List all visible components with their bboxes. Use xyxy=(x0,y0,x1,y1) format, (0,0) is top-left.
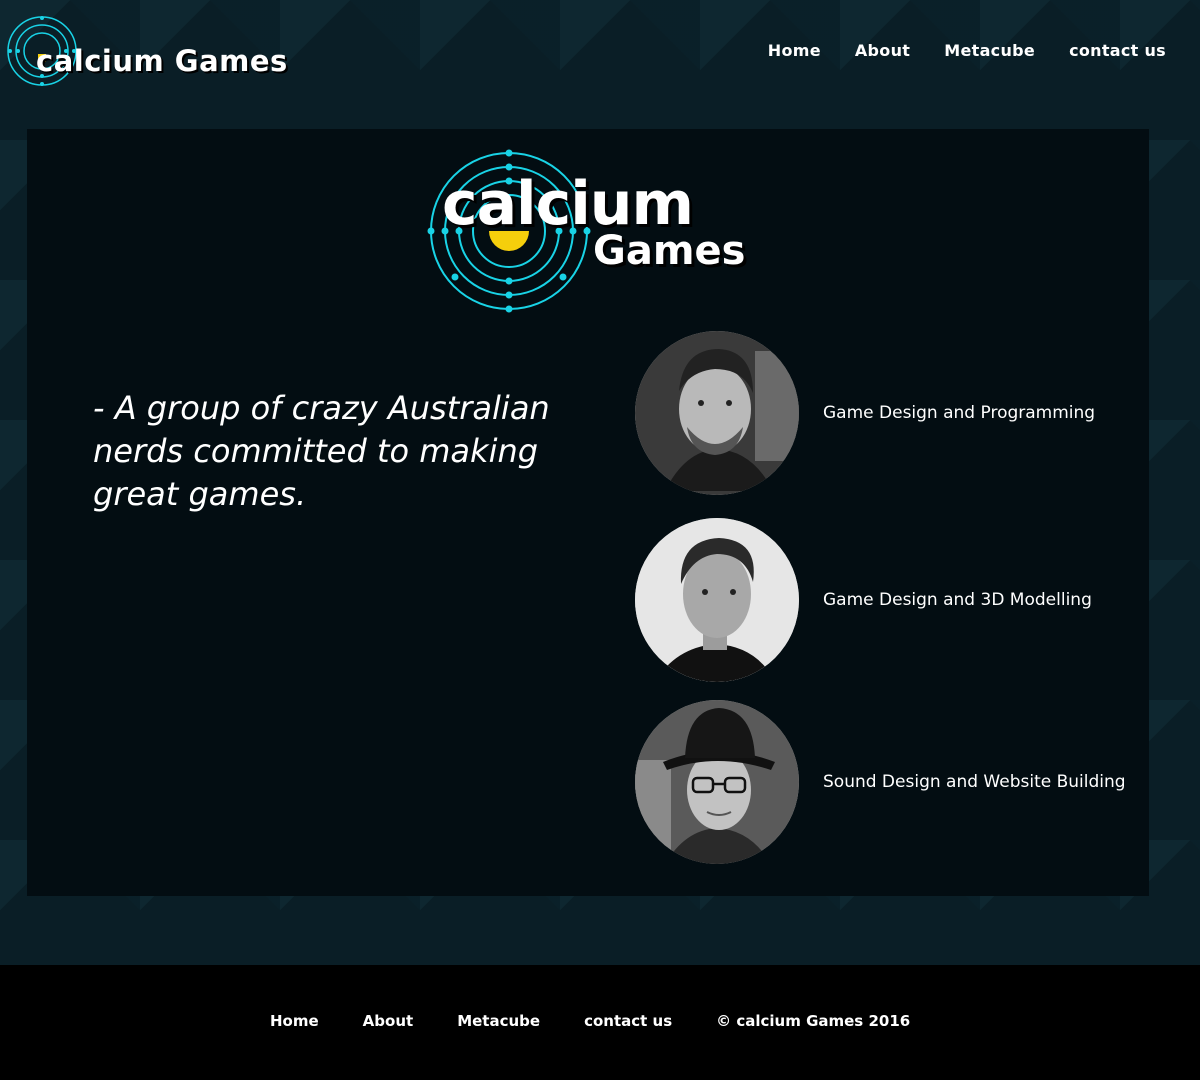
member-photo xyxy=(635,331,799,495)
footer-nav: Home About Metacube contact us © calcium… xyxy=(270,1012,910,1030)
member-role: Game Design and Programming xyxy=(823,403,1096,423)
footer-copyright: © calcium Games 2016 xyxy=(716,1012,911,1030)
member-role: Sound Design and Website Building xyxy=(823,772,1126,792)
young-man-photo-icon xyxy=(635,518,799,682)
nav-home[interactable]: Home xyxy=(768,41,821,60)
site-footer: Home About Metacube contact us © calcium… xyxy=(0,965,1200,1080)
header-logo[interactable]: calcium Games xyxy=(6,14,296,88)
nav-about[interactable]: About xyxy=(855,41,910,60)
nav-metacube[interactable]: Metacube xyxy=(944,41,1035,60)
tagline: - A group of crazy Australian nerds comm… xyxy=(93,389,550,513)
site-header: calcium Games Home About Metacube contac… xyxy=(0,0,1200,100)
footer-home[interactable]: Home xyxy=(270,1012,319,1030)
nav-contact[interactable]: contact us xyxy=(1069,41,1166,60)
team-member: Game Design and Programming xyxy=(635,331,1135,495)
member-photo xyxy=(635,518,799,682)
big-logo: calcium Games xyxy=(427,149,787,319)
man-beard-photo-icon xyxy=(635,331,799,495)
team-member: Sound Design and Website Building xyxy=(635,700,1135,864)
main-nav: Home About Metacube contact us xyxy=(734,41,1166,60)
member-role: Game Design and 3D Modelling xyxy=(823,590,1092,610)
woman-hat-glasses-photo-icon xyxy=(635,700,799,864)
big-logo-line2: Games xyxy=(593,228,746,274)
big-logo-line1: calcium xyxy=(442,169,694,239)
header-logo-text: calcium Games xyxy=(36,44,288,78)
team-member: Game Design and 3D Modelling xyxy=(635,518,1135,682)
member-photo xyxy=(635,700,799,864)
about-panel: calcium Games - A group of crazy Austral… xyxy=(27,129,1149,896)
footer-about[interactable]: About xyxy=(363,1012,414,1030)
footer-contact[interactable]: contact us xyxy=(584,1012,672,1030)
footer-metacube[interactable]: Metacube xyxy=(457,1012,540,1030)
